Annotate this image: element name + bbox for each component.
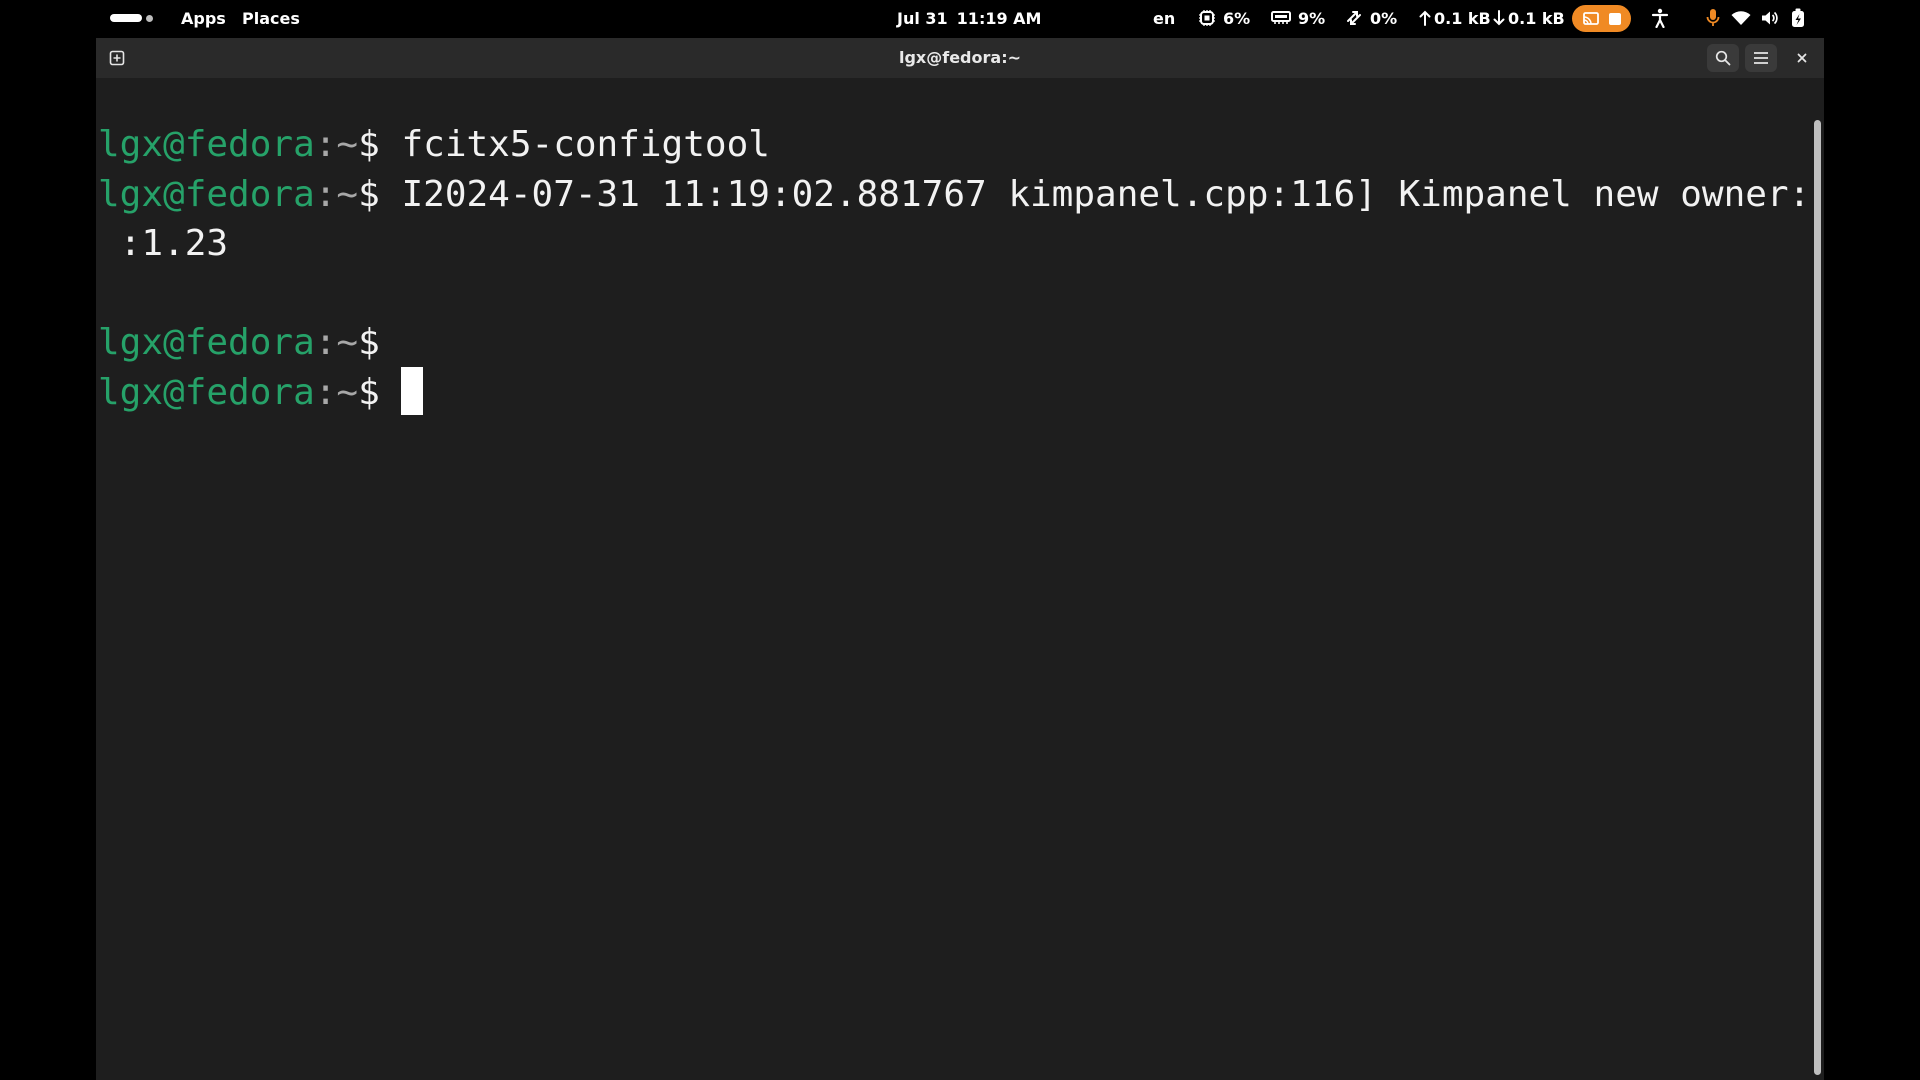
terminal-line: lgx@fedora:~$ fcitx5-configtool bbox=[98, 120, 770, 170]
memory-icon bbox=[1271, 11, 1291, 24]
prompt-path: :~ bbox=[314, 322, 359, 363]
main-menu-button[interactable] bbox=[1745, 44, 1777, 72]
clock-date: Jul 31 bbox=[897, 8, 948, 28]
wifi-indicator[interactable] bbox=[1731, 0, 1751, 36]
swap-icon bbox=[1347, 11, 1361, 25]
download-arrow-icon bbox=[1493, 10, 1505, 26]
power-icon bbox=[1792, 8, 1804, 27]
prompt-symbol: $ bbox=[358, 372, 380, 413]
prompt-symbol: $ bbox=[358, 174, 380, 215]
network-upload-indicator[interactable]: 0.1 kB bbox=[1419, 0, 1491, 36]
places-menu[interactable]: Places bbox=[242, 0, 300, 36]
clock-time: 11:19 AM bbox=[956, 8, 1042, 28]
scrollbar[interactable] bbox=[1814, 120, 1821, 1075]
header-bar[interactable]: lgx@fedora:~ bbox=[96, 38, 1824, 78]
screen-recording-indicator[interactable] bbox=[1572, 5, 1631, 32]
close-button[interactable] bbox=[1786, 44, 1818, 72]
prompt-user-host: lgx@fedora bbox=[98, 372, 315, 413]
network-upload-value: 0.1 kB bbox=[1434, 8, 1491, 28]
top-bar: Apps Places Jul 31 11:19 AM en 6% 9% 0% bbox=[0, 0, 1920, 36]
prompt-path: :~ bbox=[314, 372, 359, 413]
terminal-output[interactable]: lgx@fedora:~$ fcitx5-configtool lgx@fedo… bbox=[96, 78, 1824, 1080]
text-cursor bbox=[401, 367, 424, 415]
wifi-icon bbox=[1731, 11, 1751, 25]
network-download-indicator[interactable]: 0.1 kB bbox=[1493, 0, 1565, 36]
microphone-icon bbox=[1706, 9, 1720, 26]
terminal-window: lgx@fedora:~ lgx@fedora:~$ fcitx5-config… bbox=[96, 38, 1824, 1080]
clock-button[interactable]: Jul 31 11:19 AM bbox=[897, 0, 1041, 36]
volume-icon bbox=[1762, 11, 1778, 25]
hamburger-menu-icon bbox=[1754, 52, 1768, 64]
new-tab-button[interactable] bbox=[101, 44, 133, 72]
workspace-indicator-active bbox=[110, 14, 142, 22]
apps-menu[interactable]: Apps bbox=[181, 0, 226, 36]
swap-usage-indicator[interactable]: 0% bbox=[1345, 0, 1397, 36]
terminal-line-active: lgx@fedora:~$ bbox=[98, 367, 424, 418]
cpu-icon bbox=[1199, 10, 1215, 26]
cpu-usage-value: 6% bbox=[1223, 8, 1251, 28]
swap-usage-value: 0% bbox=[1370, 8, 1398, 28]
new-tab-icon bbox=[109, 50, 125, 66]
prompt-symbol: $ bbox=[358, 124, 380, 165]
prompt-user-host: lgx@fedora bbox=[98, 124, 315, 165]
search-button[interactable] bbox=[1707, 44, 1739, 72]
command-text: fcitx5-configtool bbox=[379, 124, 770, 165]
upload-arrow-icon bbox=[1419, 10, 1431, 26]
terminal-line: :1.23 bbox=[98, 219, 228, 269]
stop-icon bbox=[1609, 12, 1621, 25]
activities-button[interactable] bbox=[110, 0, 153, 36]
accessibility-menu[interactable] bbox=[1651, 0, 1669, 36]
prompt-path: :~ bbox=[314, 174, 359, 215]
prompt-path: :~ bbox=[314, 124, 359, 165]
prompt-symbol: $ bbox=[358, 322, 380, 363]
system-menu[interactable] bbox=[1790, 0, 1806, 36]
input-spacer bbox=[380, 372, 402, 413]
close-icon bbox=[1797, 53, 1807, 63]
microphone-indicator[interactable] bbox=[1705, 0, 1721, 36]
log-output-text: I2024-07-31 11:19:02.881767 kimpanel.cpp… bbox=[379, 174, 1811, 215]
keyboard-layout-indicator[interactable]: en bbox=[1153, 0, 1175, 36]
window-title: lgx@fedora:~ bbox=[898, 48, 1021, 67]
prompt-user-host: lgx@fedora bbox=[98, 322, 315, 363]
accessibility-icon bbox=[1651, 8, 1669, 28]
search-icon bbox=[1715, 50, 1731, 66]
network-download-value: 0.1 kB bbox=[1508, 8, 1565, 28]
terminal-line: lgx@fedora:~$ I2024-07-31 11:19:02.88176… bbox=[98, 170, 1810, 220]
cpu-usage-indicator[interactable]: 6% bbox=[1198, 0, 1250, 36]
workspace-indicator-inactive bbox=[146, 14, 153, 22]
memory-usage-value: 9% bbox=[1298, 8, 1326, 28]
log-output-continuation: :1.23 bbox=[98, 223, 229, 264]
volume-indicator[interactable] bbox=[1761, 0, 1779, 36]
memory-usage-indicator[interactable]: 9% bbox=[1271, 0, 1325, 36]
prompt-user-host: lgx@fedora bbox=[98, 174, 315, 215]
terminal-line: lgx@fedora:~$ bbox=[98, 318, 380, 368]
screencast-icon bbox=[1583, 11, 1599, 25]
